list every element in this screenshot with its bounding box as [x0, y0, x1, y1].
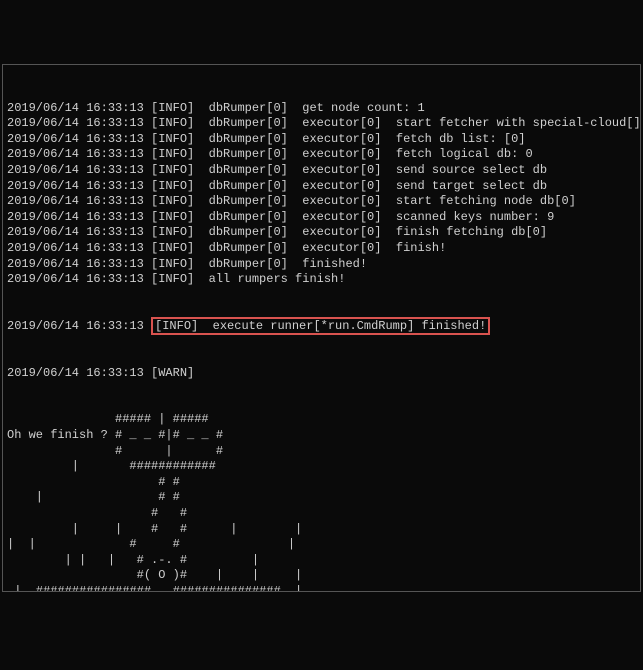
- warn-log-line: 2019/06/14 16:33:13 [WARN]: [7, 366, 636, 382]
- highlighted-log-line: 2019/06/14 16:33:13 [INFO] execute runne…: [7, 319, 636, 335]
- ascii-line: ##### | #####: [7, 412, 636, 428]
- log-output: 2019/06/14 16:33:13 [INFO] dbRumper[0] g…: [7, 101, 636, 288]
- ascii-art-block: ##### | #####Oh we finish ? # _ _ #|# _ …: [7, 412, 636, 592]
- log-line: 2019/06/14 16:33:13 [INFO] dbRumper[0] e…: [7, 116, 636, 132]
- log-line: 2019/06/14 16:33:13 [INFO] dbRumper[0] e…: [7, 132, 636, 148]
- log-line: 2019/06/14 16:33:13 [INFO] dbRumper[0] e…: [7, 147, 636, 163]
- ascii-line: | ############: [7, 459, 636, 475]
- log-line: 2019/06/14 16:33:13 [INFO] dbRumper[0] e…: [7, 194, 636, 210]
- ascii-line: | | | # .-. # |: [7, 553, 636, 569]
- log-line: 2019/06/14 16:33:13 [INFO] dbRumper[0] f…: [7, 257, 636, 273]
- log-line: 2019/06/14 16:33:13 [INFO] dbRumper[0] e…: [7, 225, 636, 241]
- log-line: 2019/06/14 16:33:13 [INFO] dbRumper[0] e…: [7, 163, 636, 179]
- ascii-line: #( O )# | | |: [7, 568, 636, 584]
- log-timestamp: 2019/06/14 16:33:13: [7, 319, 151, 333]
- log-line: 2019/06/14 16:33:13 [INFO] dbRumper[0] e…: [7, 179, 636, 195]
- ascii-line: # #: [7, 506, 636, 522]
- highlighted-message: [INFO] execute runner[*run.CmdRump] fini…: [151, 317, 490, 335]
- ascii-line: | ################. .############### |: [7, 584, 636, 592]
- log-line: 2019/06/14 16:33:13 [INFO] dbRumper[0] e…: [7, 241, 636, 257]
- log-line: 2019/06/14 16:33:13 [INFO] all rumpers f…: [7, 272, 636, 288]
- ascii-line: # #: [7, 475, 636, 491]
- ascii-line: | | # # |: [7, 537, 636, 553]
- log-line: 2019/06/14 16:33:13 [INFO] dbRumper[0] e…: [7, 210, 636, 226]
- log-line: 2019/06/14 16:33:13 [INFO] dbRumper[0] g…: [7, 101, 636, 117]
- ascii-line: Oh we finish ? # _ _ #|# _ _ #: [7, 428, 636, 444]
- ascii-line: # | #: [7, 444, 636, 460]
- ascii-line: | | # # | |: [7, 522, 636, 538]
- ascii-line: | # #: [7, 490, 636, 506]
- terminal-window: 2019/06/14 16:33:13 [INFO] dbRumper[0] g…: [2, 64, 641, 592]
